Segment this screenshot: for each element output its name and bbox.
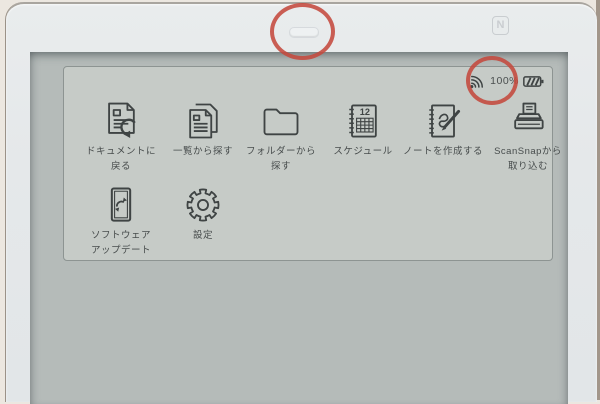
- menu-item-label: 取り込む: [484, 161, 572, 173]
- menu-item-label: スケジュール: [319, 146, 407, 158]
- status-bar: 100%: [468, 72, 544, 90]
- menu-item-find-from-folder[interactable]: フォルダーから 探す: [237, 99, 325, 173]
- menu-item-label: ScanSnapから: [484, 146, 572, 158]
- menu-item-software-update[interactable]: ソフトウェア アップデート: [77, 183, 165, 257]
- menu-item-label: ソフトウェア: [77, 230, 165, 242]
- menu-item-label: フォルダーから: [237, 146, 325, 158]
- menu-item-label: 戻る: [77, 161, 165, 173]
- menu-item-label: 探す: [237, 161, 325, 173]
- scanner-icon: [505, 99, 551, 143]
- photo-of-device: N 100%: [0, 0, 600, 400]
- menu-item-find-from-list[interactable]: 一覧から探す: [159, 99, 247, 158]
- menu-item-label: ノートを作成する: [399, 146, 487, 158]
- note-pen-icon: [420, 99, 466, 143]
- menu-item-schedule[interactable]: 12 スケジュール: [319, 99, 407, 158]
- tablet-sync-icon: [98, 183, 144, 227]
- menu-item-return-to-document[interactable]: ドキュメントに 戻る: [77, 99, 165, 173]
- menu-item-settings[interactable]: 設定: [159, 183, 247, 242]
- document-stack-icon: [180, 99, 226, 143]
- svg-text:12: 12: [360, 107, 370, 117]
- eink-screen: 100%: [30, 52, 568, 404]
- menu-item-label: 一覧から探す: [159, 146, 247, 158]
- battery-striped-icon: [523, 75, 544, 88]
- battery-percent: 100%: [490, 75, 519, 87]
- menu-item-label: ドキュメントに: [77, 146, 165, 158]
- folder-icon: [258, 99, 304, 143]
- calendar-icon: 12: [340, 99, 386, 143]
- device-bezel: N 100%: [6, 2, 597, 402]
- power-slider-button[interactable]: [289, 27, 319, 38]
- menu-item-label: アップデート: [77, 245, 165, 257]
- home-menu-panel: 100%: [63, 66, 553, 261]
- nfc-logo-icon: N: [492, 16, 509, 35]
- menu-item-create-note[interactable]: ノートを作成する: [399, 99, 487, 158]
- menu-item-import-scansnap[interactable]: ScanSnapから 取り込む: [484, 99, 572, 173]
- wifi-signal-icon: [468, 72, 486, 90]
- document-return-icon: [98, 99, 144, 143]
- gear-icon: [180, 183, 226, 227]
- menu-item-label: 設定: [159, 230, 247, 242]
